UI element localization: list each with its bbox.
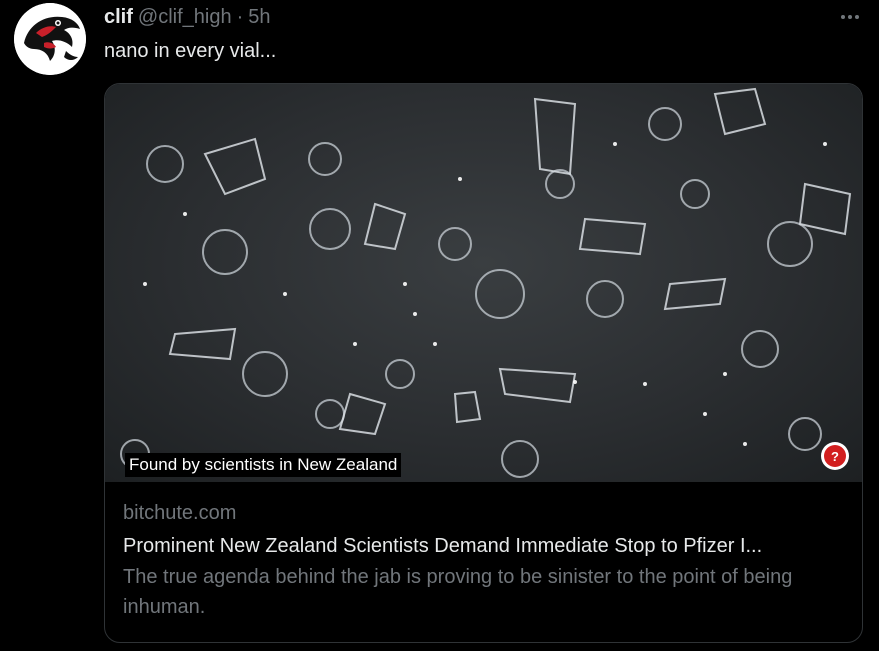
author-name[interactable]: clif <box>104 6 133 29</box>
author-avatar[interactable] <box>14 3 86 75</box>
author-handle[interactable]: @clif_high <box>138 6 232 29</box>
microscopy-image <box>120 87 852 478</box>
help-question-mark: ? <box>824 445 846 467</box>
separator-dot: · <box>236 6 244 28</box>
more-options-button[interactable] <box>836 8 864 26</box>
more-horizontal-icon-dot <box>848 15 852 19</box>
card-title: Prominent New Zealand Scientists Demand … <box>123 535 763 557</box>
tweet[interactable]: clif @clif_high · 5h nano in every vial.… <box>0 0 879 651</box>
more-horizontal-icon-dot <box>841 15 845 19</box>
tweet-text: nano in every vial... <box>104 40 277 62</box>
card-image[interactable]: Found by scientists in New Zealand ? <box>105 84 862 482</box>
help-question-icon[interactable]: ? <box>821 442 849 470</box>
card-domain: bitchute.com <box>123 502 237 524</box>
card-description: The true agenda behind the jab is provin… <box>123 566 793 618</box>
tweet-header: clif @clif_high · 5h <box>104 6 271 30</box>
link-card[interactable]: Found by scientists in New Zealand ? bit… <box>104 83 863 643</box>
timestamp[interactable]: 5h <box>248 6 270 29</box>
image-caption: Found by scientists in New Zealand <box>125 453 402 477</box>
raven-logo-icon <box>14 3 86 75</box>
card-info[interactable]: bitchute.com Prominent New Zealand Scien… <box>123 500 848 622</box>
more-horizontal-icon-dot <box>855 15 859 19</box>
